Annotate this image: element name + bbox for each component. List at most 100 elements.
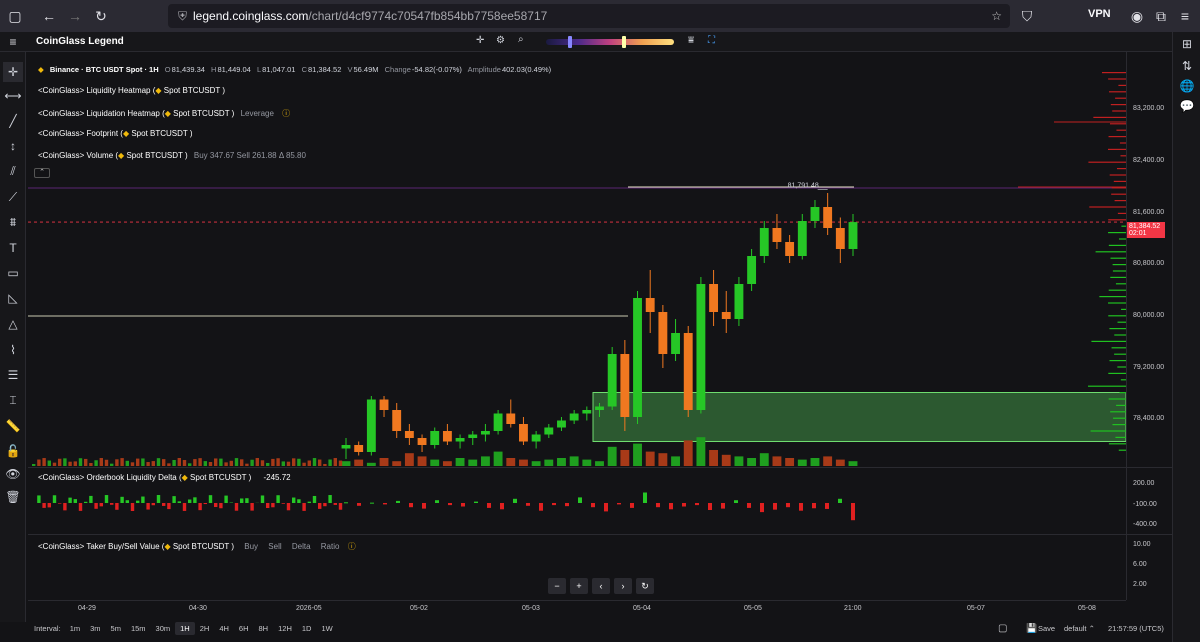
indicator-footprint[interactable]: <CoinGlass> Footprint (◆ Spot BTCUSDT ): [38, 129, 193, 138]
fib-icon[interactable]: ⩩: [3, 212, 23, 232]
measure-icon[interactable]: ⌶: [3, 390, 23, 410]
interval-2h[interactable]: 2H: [195, 622, 215, 635]
heatmap-range-slider[interactable]: [546, 36, 674, 48]
interval-1d[interactable]: 1D: [297, 622, 317, 635]
high-label: H: [211, 65, 217, 74]
reload-icon[interactable]: ↻: [88, 3, 114, 29]
orderbook-delta-bar: [643, 492, 647, 503]
interval-3m[interactable]: 3m: [85, 622, 105, 635]
ob-axis-tick: -400.00: [1133, 521, 1157, 528]
sidebar-icon[interactable]: ▢: [2, 3, 28, 29]
pattern-icon[interactable]: △: [3, 314, 23, 334]
interval-6h[interactable]: 6H: [234, 622, 254, 635]
crosshair-toggle-icon[interactable]: ✛: [476, 35, 484, 46]
scroll-right-button[interactable]: ›: [614, 578, 632, 594]
clock[interactable]: 21:57:59 (UTC5): [1108, 624, 1164, 633]
horizontal-line-icon[interactable]: ⟷: [3, 86, 23, 106]
gann-icon[interactable]: ☰: [3, 365, 23, 385]
trash-icon[interactable]: 🗑: [3, 487, 23, 507]
interval-30m[interactable]: 30m: [151, 622, 176, 635]
account-icon[interactable]: ◉: [1124, 3, 1150, 29]
indicator-taker-buy-sell[interactable]: <CoinGlass> Taker Buy/Sell Value (◆ Spot…: [38, 541, 356, 552]
vpn-button[interactable]: VPN: [1088, 8, 1111, 20]
price-axis[interactable]: 83,200.00 82,400.00 81,600.00 80,800.00 …: [1126, 52, 1172, 600]
menu-icon[interactable]: ≡: [1172, 3, 1198, 29]
interval-4h[interactable]: 4H: [214, 622, 234, 635]
fullscreen-icon[interactable]: ▢: [998, 623, 1007, 634]
interval-1m[interactable]: 1m: [65, 622, 85, 635]
candle-body: [404, 431, 414, 438]
candle-body: [658, 312, 668, 354]
info-icon[interactable]: ⓘ: [348, 542, 356, 551]
interval-8h[interactable]: 8H: [254, 622, 274, 635]
text-icon[interactable]: T: [3, 238, 23, 258]
globe-icon[interactable]: 🌐: [1177, 76, 1197, 96]
filter-icon[interactable]: ⩸: [688, 35, 694, 46]
back-icon[interactable]: ←: [36, 3, 62, 29]
slider-handle-low[interactable]: [568, 36, 572, 48]
pane-divider[interactable]: [28, 534, 1172, 535]
depth-bar: [1115, 436, 1126, 438]
depth-bar: [1111, 347, 1126, 349]
address-bar[interactable]: ⛨ legend.coinglass.com/chart/d4cf9774c70…: [168, 4, 1010, 28]
pane-divider[interactable]: [28, 467, 1172, 468]
zoom-out-button[interactable]: −: [548, 578, 566, 594]
screenshot-icon[interactable]: ⛶: [708, 35, 715, 46]
trend-line-icon[interactable]: ╱: [3, 111, 23, 131]
orderbook-delta-bar: [281, 503, 285, 504]
interval-list: 1m 3m 5m 15m 30m 1H 2H 4H 6H 8H 12H 1D 1W: [65, 621, 338, 635]
volume-bar: [366, 462, 376, 466]
layout-select[interactable]: default ⌃: [1064, 624, 1095, 633]
interval-1h[interactable]: 1H: [175, 621, 195, 635]
save-icon[interactable]: 💾: [1026, 623, 1037, 634]
add-icon[interactable]: ⊞: [1177, 34, 1197, 54]
save-button[interactable]: Save: [1038, 624, 1055, 633]
volume-bar: [506, 458, 516, 466]
symbol-title[interactable]: Binance · BTC USDT Spot · 1H: [50, 65, 159, 74]
eye-icon[interactable]: 👁: [3, 464, 23, 484]
indicator-orderbook-delta[interactable]: <CoinGlass> Orderbook Liquidity Delta (◆…: [38, 473, 291, 482]
search-icon[interactable]: ⌕: [518, 34, 524, 45]
time-axis[interactable]: 04-29 04-30 2026-05 05-02 05-03 05-04 05…: [28, 600, 1126, 616]
orderbook-delta-bar: [307, 501, 311, 503]
change-value: -54.82(-0.07%): [411, 65, 462, 74]
indicator-liquidation-heatmap[interactable]: <CoinGlass> Liquidation Heatmap (◆ Spot …: [38, 108, 290, 119]
bookmark-star-icon[interactable]: ☆: [991, 9, 1002, 23]
interval-5m[interactable]: 5m: [106, 622, 126, 635]
volume-bar: [759, 453, 769, 466]
compare-icon[interactable]: ⇅: [1177, 56, 1197, 76]
volume-bar: [341, 461, 351, 466]
settings-icon[interactable]: ⚙: [496, 35, 505, 46]
rectangle-icon[interactable]: ▭: [3, 263, 23, 283]
chat-icon[interactable]: 💬: [1177, 96, 1197, 116]
orderbook-delta-bar: [68, 497, 72, 503]
pocket-icon[interactable]: ⛉: [1014, 3, 1040, 29]
collapse-legend-button[interactable]: ⌃: [34, 168, 50, 178]
depth-bar: [1109, 123, 1126, 125]
ray-icon[interactable]: ⟋: [3, 187, 23, 207]
lock-icon[interactable]: 🔓: [3, 441, 23, 461]
depth-bar: [1115, 97, 1126, 99]
ruler-icon[interactable]: 📏: [3, 416, 23, 436]
slider-handle-high[interactable]: [622, 36, 626, 48]
orderbook-delta-bar: [734, 500, 738, 503]
interval-12h[interactable]: 12H: [273, 622, 297, 635]
forward-icon[interactable]: →: [62, 3, 88, 29]
triangle-icon[interactable]: ◺: [3, 288, 23, 308]
reset-button[interactable]: ↻: [636, 578, 654, 594]
info-icon[interactable]: ⓘ: [282, 109, 290, 118]
vertical-line-icon[interactable]: ↕: [3, 136, 23, 156]
parallel-channel-icon[interactable]: ⫽: [3, 161, 23, 181]
zoom-in-button[interactable]: +: [570, 578, 588, 594]
interval-1w[interactable]: 1W: [316, 622, 337, 635]
crosshair-icon[interactable]: ✛: [3, 62, 23, 82]
indicator-volume[interactable]: <CoinGlass> Volume (◆ Spot BTCUSDT ) Buy…: [38, 151, 306, 160]
scroll-left-button[interactable]: ‹: [592, 578, 610, 594]
wave-icon[interactable]: ⌇: [3, 340, 23, 360]
depth-bar: [1116, 129, 1126, 131]
depth-bar: [1109, 174, 1126, 176]
orderbook-delta-bar: [370, 502, 374, 504]
interval-15m[interactable]: 15m: [126, 622, 151, 635]
indicator-liquidity-heatmap[interactable]: <CoinGlass> Liquidity Heatmap (◆ Spot BT…: [38, 86, 225, 95]
extensions-icon[interactable]: ⧉: [1148, 3, 1174, 29]
